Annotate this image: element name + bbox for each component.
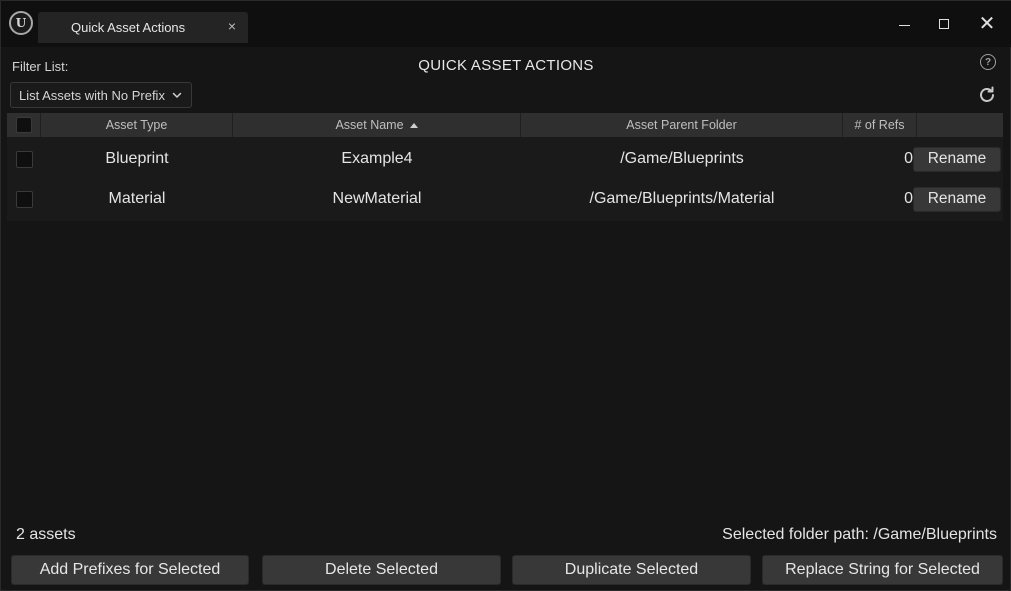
selected-folder-path: Selected folder path: /Game/Blueprints	[722, 526, 997, 543]
row-action-cell: Rename	[913, 179, 1003, 219]
row-select-cell	[7, 139, 41, 179]
table-row[interactable]: Blueprint Example4 /Game/Blueprints 0 Re…	[7, 139, 1003, 179]
row-action-cell: Rename	[913, 139, 1003, 179]
help-icon[interactable]: ?	[980, 54, 996, 70]
replace-string-button[interactable]: Replace String for Selected	[762, 555, 1003, 585]
asset-type-cell: Material	[108, 190, 166, 207]
minimize-button[interactable]	[893, 13, 915, 35]
filter-dropdown-value: List Assets with No Prefix	[19, 87, 165, 103]
panel-content: Filter List: QUICK ASSET ACTIONS ? List …	[5, 47, 1007, 588]
column-header-parent-folder[interactable]: Asset Parent Folder	[521, 113, 843, 137]
close-button[interactable]: ✕	[976, 13, 998, 35]
column-header-label: Asset Type	[105, 118, 168, 132]
asset-name-cell: NewMaterial	[332, 190, 422, 207]
asset-folder-cell: /Game/Blueprints	[620, 150, 744, 167]
delete-selected-button[interactable]: Delete Selected	[262, 555, 501, 585]
asset-name-cell: Example4	[341, 150, 413, 167]
asset-count: 2 assets	[16, 526, 76, 543]
asset-refs-cell: 0	[904, 190, 913, 207]
quick-asset-actions-window: U Quick Asset Actions × ✕ Filter List: Q…	[0, 0, 1011, 591]
asset-type-cell: Blueprint	[105, 150, 169, 167]
rename-button[interactable]: Rename	[913, 186, 1001, 212]
minimize-icon	[898, 24, 910, 26]
rename-button[interactable]: Rename	[913, 146, 1001, 172]
asset-folder-cell: /Game/Blueprints/Material	[589, 190, 775, 207]
header-select-all	[7, 113, 41, 137]
row-checkbox[interactable]	[15, 190, 33, 208]
tab-quick-asset-actions[interactable]: Quick Asset Actions ×	[38, 12, 248, 43]
column-header-asset-type[interactable]: Asset Type	[41, 113, 233, 137]
filter-dropdown[interactable]: List Assets with No Prefix	[10, 82, 192, 108]
maximize-icon	[939, 19, 949, 29]
tab-label: Quick Asset Actions	[71, 20, 186, 35]
panel-title: QUICK ASSET ACTIONS	[418, 57, 594, 74]
column-header-refs[interactable]: # of Refs	[843, 113, 917, 137]
add-prefixes-button[interactable]: Add Prefixes for Selected	[11, 555, 249, 585]
chevron-down-icon	[172, 92, 182, 98]
duplicate-selected-button[interactable]: Duplicate Selected	[512, 555, 751, 585]
title-bar: U Quick Asset Actions × ✕	[1, 1, 1011, 47]
unreal-logo-icon[interactable]: U	[9, 11, 33, 35]
column-header-asset-name[interactable]: Asset Name	[233, 113, 521, 137]
maximize-button[interactable]	[933, 13, 955, 35]
column-header-actions	[917, 113, 1003, 137]
table-row[interactable]: Material NewMaterial /Game/Blueprints/Ma…	[7, 179, 1003, 219]
column-header-label: # of Refs	[854, 118, 905, 132]
asset-table: Asset Type Asset Name Asset Parent Folde…	[7, 113, 1003, 221]
close-icon: ✕	[978, 13, 996, 35]
select-all-checkbox[interactable]	[15, 117, 32, 133]
column-header-label: Asset Name	[335, 118, 404, 132]
row-select-cell	[7, 179, 41, 219]
asset-refs-cell: 0	[904, 150, 913, 167]
row-checkbox[interactable]	[15, 150, 33, 168]
sort-ascending-icon	[409, 122, 418, 128]
refresh-icon[interactable]	[977, 85, 997, 105]
column-header-label: Asset Parent Folder	[626, 118, 737, 132]
table-header: Asset Type Asset Name Asset Parent Folde…	[7, 113, 1003, 137]
tab-close-icon[interactable]: ×	[228, 18, 236, 34]
